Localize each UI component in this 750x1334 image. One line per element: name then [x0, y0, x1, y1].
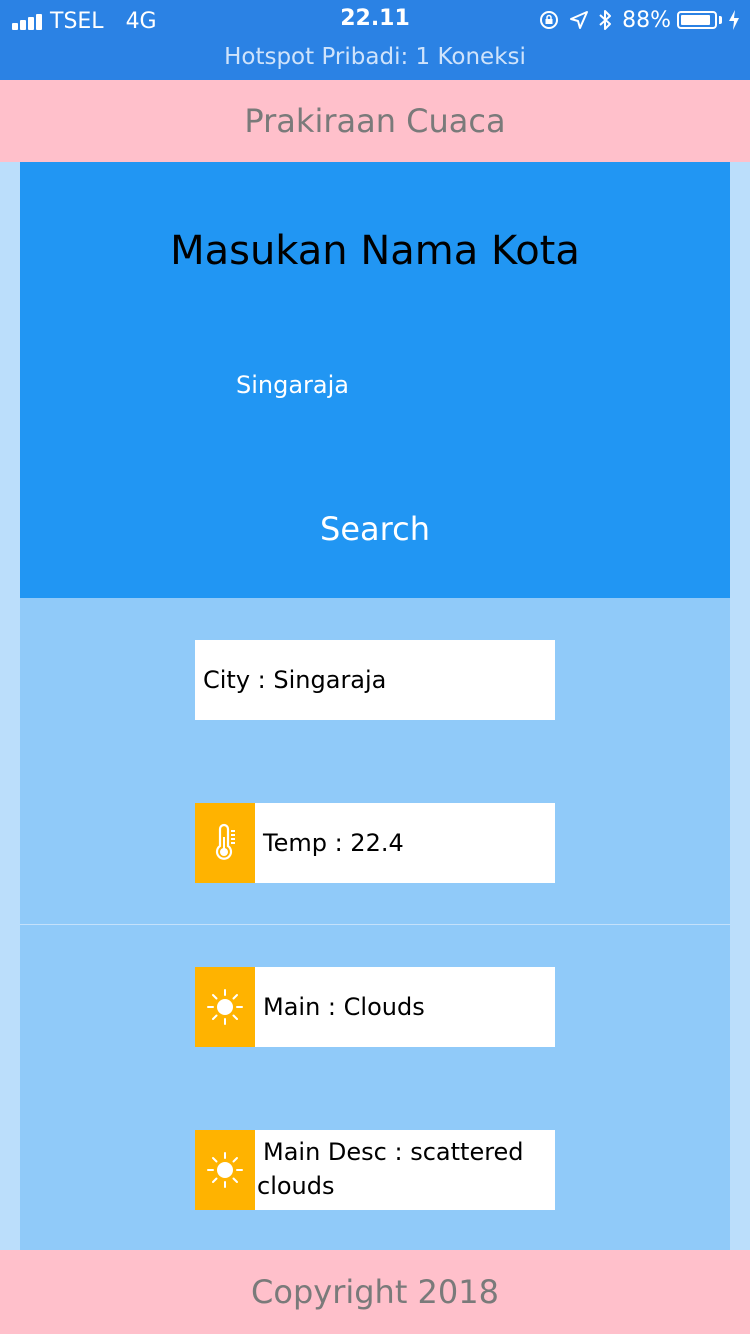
- temp-card: Temp : 22.4: [195, 803, 555, 883]
- copyright-text: Copyright 2018: [251, 1273, 499, 1311]
- status-right: 88%: [530, 6, 740, 34]
- app-header: Prakiraan Cuaca: [0, 80, 750, 162]
- thermometer-icon: [195, 803, 255, 883]
- page-title: Prakiraan Cuaca: [244, 102, 506, 140]
- main-text: Main : Clouds: [263, 993, 425, 1021]
- sun-icon: [195, 967, 255, 1047]
- hotspot-banner[interactable]: Hotspot Pribadi: 1 Koneksi: [0, 44, 750, 70]
- search-button[interactable]: Search: [275, 502, 475, 556]
- charging-icon: [729, 10, 739, 30]
- search-panel: Masukan Nama Kota Search: [20, 162, 730, 598]
- bluetooth-icon: [599, 10, 612, 30]
- rotation-lock-icon: [540, 11, 559, 29]
- location-icon: [570, 11, 589, 29]
- battery-tip: [719, 16, 722, 24]
- sun-icon: [195, 1130, 255, 1210]
- results-area: City : Singaraja Temp : 22.4 Main: Clou…: [20, 598, 730, 1250]
- results-divider: [20, 924, 730, 925]
- app-footer: Copyright 2018: [0, 1250, 750, 1334]
- battery-percent: 88%: [622, 7, 671, 33]
- main-desc-card: Main Desc : scattered clouds: [195, 1130, 555, 1210]
- status-bar: TSEL 4G 22.11 88% Hotspot Pribadi: 1 Kon…: [0, 0, 750, 80]
- city-input[interactable]: [236, 362, 536, 408]
- main-card: Main : Clouds: [195, 967, 555, 1047]
- main-desc-text: Main Desc : scattered clouds: [257, 1138, 524, 1200]
- city-text: City : Singaraja: [203, 666, 387, 694]
- city-card: City : Singaraja: [195, 640, 555, 720]
- temp-text: Temp : 22.4: [263, 829, 404, 857]
- battery-icon: [677, 11, 717, 29]
- search-title: Masukan Nama Kota: [170, 228, 580, 274]
